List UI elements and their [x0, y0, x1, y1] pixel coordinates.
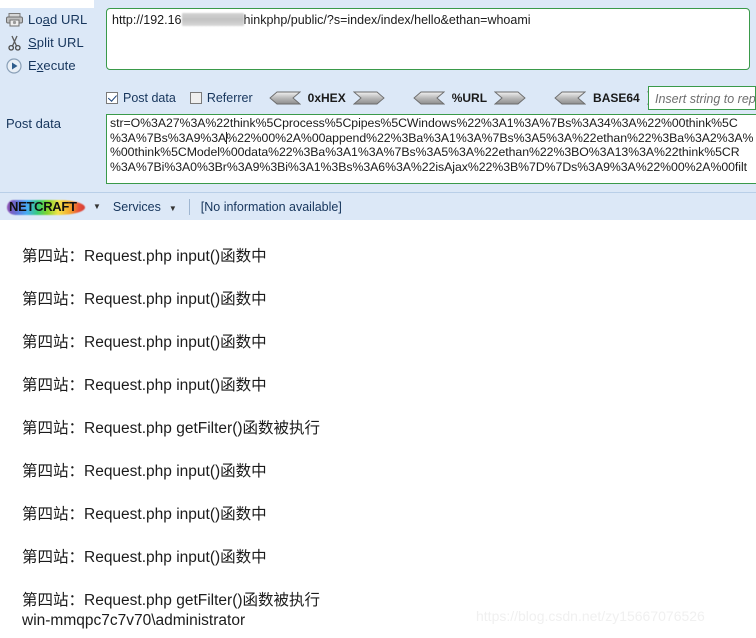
log-line: 第四站：Request.php getFilter()函数被执行 [22, 592, 321, 609]
encoder-group-url: %URL [411, 91, 528, 105]
netcraft-site-info: [No information available] [200, 199, 342, 214]
log-line: 第四站：Request.php input()函数中 [22, 549, 267, 566]
log-line-username: win-mmqpc7c7v70\administrator [22, 612, 246, 629]
execute-button[interactable]: Execute [0, 54, 100, 77]
decode-base64-button[interactable] [552, 91, 587, 105]
hackbar-panel: Load URL Split URL Execute Post data htt… [0, 0, 756, 192]
base64-label: BASE64 [593, 91, 640, 105]
post-data-line: str=O%3A27%3A%22think%5Cprocess%5Cpipes%… [110, 116, 738, 130]
load-url-button[interactable]: Load URL [0, 8, 100, 31]
netcraft-dropdown-chevron-down-icon[interactable]: ▼ [93, 202, 101, 211]
decode-url-button[interactable] [411, 91, 445, 105]
post-data-section-label: Post data [6, 116, 61, 131]
post-data-line: %3A%7Bs%3A9%3A%22%00%2A%00append%22%3Ba%… [110, 131, 753, 146]
log-line: 第四站：Request.php input()函数中 [22, 377, 267, 394]
encode-url-button[interactable] [494, 91, 528, 105]
log-line: 第四站：Request.php input()函数中 [22, 291, 267, 308]
url-suffix: hinkphp/public/?s=index/index/hello&etha… [243, 13, 531, 27]
log-line: 第四站：Request.php getFilter()函数被执行 [22, 420, 321, 437]
post-data-line-text: %3A%7Bs%3A9%3A%22%00%2A%00append%22%3Ba%… [110, 130, 754, 145]
post-data-textarea[interactable]: str=O%3A27%3A%22think%5Cprocess%5Cpipes%… [106, 114, 756, 184]
referrer-checkbox[interactable]: Referrer [189, 91, 253, 105]
hackbar-toolbar: Post data Referrer 0xHEX %URL BASE64 [106, 88, 705, 108]
hex-label: 0xHEX [307, 91, 346, 105]
scissors-icon [0, 35, 28, 51]
netcraft-toolbar: NETCRAFT ▼ Services ▼ [No information ava… [0, 192, 756, 220]
panel-top-edge [0, 0, 94, 8]
checkbox-unchecked-icon [189, 92, 202, 104]
referrer-checkbox-label: Referrer [206, 91, 253, 105]
post-data-checkbox[interactable]: Post data [106, 91, 176, 105]
encoder-group-hex: 0xHEX [267, 91, 387, 105]
encode-hex-button[interactable] [352, 91, 387, 105]
log-line: 第四站：Request.php input()函数中 [22, 463, 267, 480]
log-line: 第四站：Request.php input()函数中 [22, 248, 267, 265]
log-line: 第四站：Request.php input()函数中 [22, 506, 267, 523]
log-line: 第四站：Request.php input()函数中 [22, 334, 267, 351]
checkbox-checked-icon [106, 92, 118, 104]
url-redaction-blur [181, 13, 244, 26]
url-encoder-label: %URL [451, 91, 488, 105]
url-prefix: http://192.16 [112, 13, 182, 27]
play-icon [0, 57, 28, 74]
post-data-line: %00think%5CModel%00data%22%3Ba%3A1%3A%7B… [110, 145, 740, 160]
services-chevron-down-icon: ▼ [168, 203, 177, 213]
text-cursor [225, 131, 227, 144]
csdn-watermark: https://blog.csdn.net/zy15667076526 [476, 608, 705, 624]
split-url-button[interactable]: Split URL [0, 31, 100, 54]
netcraft-logo[interactable]: NETCRAFT [7, 197, 85, 216]
toolbar-divider [188, 198, 190, 215]
post-data-line: %3A%7Bi%3A0%3Br%3A9%3Bi%3A1%3Bs%3A6%3A%2… [110, 159, 748, 174]
page-content: 第四站：Request.php input()函数中 第四站：Request.p… [0, 220, 756, 638]
decode-hex-button[interactable] [267, 91, 301, 105]
replace-string-placeholder: Insert string to replace [655, 92, 756, 106]
post-data-checkbox-label: Post data [123, 91, 176, 105]
replace-string-input[interactable]: Insert string to replace [648, 86, 756, 110]
netcraft-wordmark: NETCRAFT [9, 199, 77, 214]
load-url-icon [0, 12, 28, 27]
split-url-label: Split URL [28, 35, 84, 50]
hackbar-button-column: Load URL Split URL Execute [0, 8, 100, 77]
load-url-label: Load URL [28, 12, 88, 27]
netcraft-services-menu[interactable]: Services ▼ [113, 200, 177, 214]
url-input[interactable]: http://192.16 hinkphp/public/?s=index/ind… [106, 8, 750, 70]
execute-label: Execute [28, 58, 76, 73]
netcraft-services-label: Services [112, 199, 161, 214]
